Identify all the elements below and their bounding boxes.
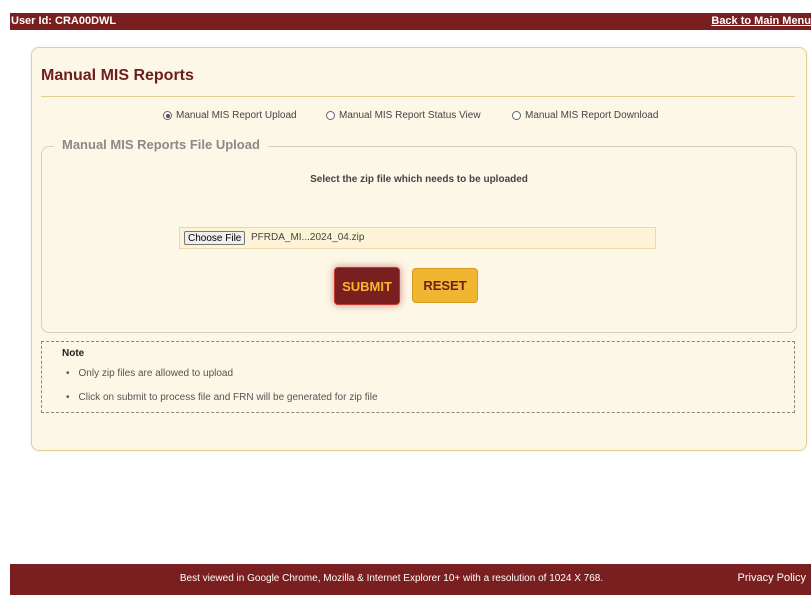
- title-divider: [41, 96, 795, 97]
- file-upload-legend: Manual MIS Reports File Upload: [54, 137, 268, 152]
- file-upload-fieldset: Manual MIS Reports File Upload Select th…: [41, 137, 797, 333]
- top-bar: User Id: CRA00DWL Back to Main Menu: [10, 13, 811, 30]
- radio-upload-label: Manual MIS Report Upload: [176, 110, 297, 121]
- user-id-label: User Id: CRA00DWL: [11, 15, 117, 27]
- bullet-icon: •: [66, 392, 70, 403]
- radio-download[interactable]: Manual MIS Report Download: [512, 110, 658, 121]
- choose-file-button[interactable]: Choose File: [184, 231, 246, 245]
- radio-status-view-label: Manual MIS Report Status View: [339, 110, 481, 121]
- note-title: Note: [62, 348, 85, 359]
- footer-browser-note: Best viewed in Google Chrome, Mozilla & …: [179, 573, 604, 584]
- radio-upload-selected-icon[interactable]: [163, 111, 172, 120]
- radio-download-label: Manual MIS Report Download: [525, 110, 659, 121]
- bullet-icon: •: [66, 368, 70, 379]
- reset-button[interactable]: RESET: [412, 268, 478, 303]
- radio-upload[interactable]: Manual MIS Report Upload: [163, 110, 297, 121]
- note-item: • Only zip files are allowed to upload: [66, 368, 233, 379]
- note-item: • Click on submit to process file and FRN…: [66, 392, 378, 403]
- back-to-main-menu-link[interactable]: Back to Main Menu: [711, 15, 811, 27]
- report-mode-radio-group: Manual MIS Report Upload Manual MIS Repo…: [32, 110, 806, 126]
- note-item-text: Click on submit to process file and FRN …: [78, 392, 378, 403]
- radio-status-view[interactable]: Manual MIS Report Status View: [326, 110, 481, 121]
- submit-button[interactable]: SUBMIT: [334, 267, 400, 305]
- manual-mis-reports-panel: Manual MIS Reports Manual MIS Report Upl…: [31, 47, 807, 451]
- note-item-text: Only zip files are allowed to upload: [78, 368, 234, 379]
- privacy-policy-link[interactable]: Privacy Policy: [738, 572, 806, 584]
- footer: Best viewed in Google Chrome, Mozilla & …: [10, 564, 811, 595]
- upload-instruction: Select the zip file which needs to be up…: [310, 174, 528, 185]
- page-title: Manual MIS Reports: [41, 67, 194, 84]
- radio-status-view-icon[interactable]: [326, 111, 335, 120]
- note-box: Note • Only zip files are allowed to uplo…: [41, 341, 795, 413]
- radio-download-icon[interactable]: [512, 111, 521, 120]
- selected-file-name: PFRDA_MI...2024_04.zip: [251, 232, 365, 243]
- file-input[interactable]: Choose File PFRDA_MI...2024_04.zip: [179, 227, 656, 249]
